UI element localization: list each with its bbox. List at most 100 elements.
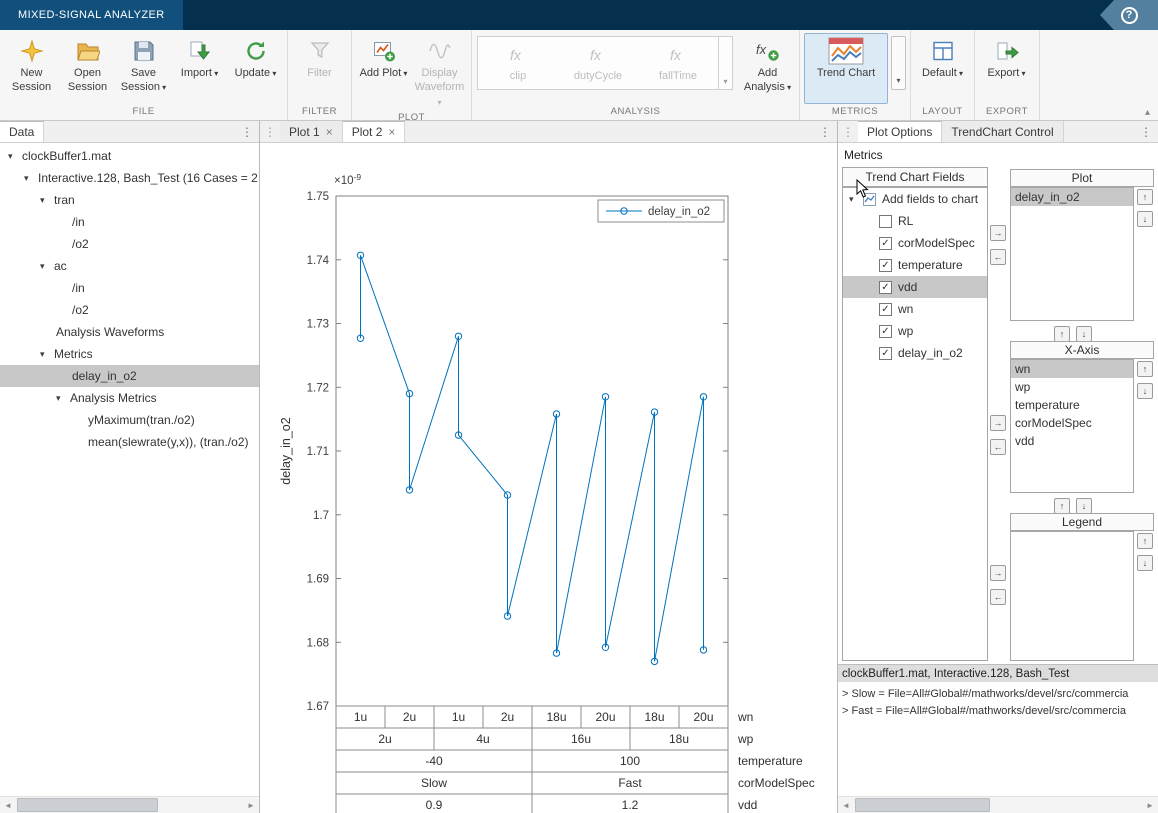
panel-menu-icon[interactable]: ⋮: [235, 121, 259, 142]
list-item-delay-in-o2[interactable]: delay_in_o2: [1011, 188, 1133, 206]
tree-item-in[interactable]: /in: [0, 211, 259, 233]
close-icon[interactable]: ×: [388, 125, 395, 139]
plot-move-down-button[interactable]: ↓: [1076, 326, 1092, 342]
field-temperature[interactable]: temperature: [843, 254, 987, 276]
field-wn[interactable]: wn: [843, 298, 987, 320]
trend-chart-dropdown-button[interactable]: ▾: [891, 36, 906, 90]
gallery-expand-icon[interactable]: ▾: [718, 37, 732, 89]
splitter-grip-icon[interactable]: ⋮: [260, 121, 280, 142]
tree-item-o2[interactable]: /o2: [0, 299, 259, 321]
list-item-wp[interactable]: wp: [1011, 378, 1133, 396]
horizontal-scrollbar[interactable]: ◄ ►: [838, 796, 1158, 813]
app-tab[interactable]: MIXED-SIGNAL ANALYZER: [0, 0, 183, 30]
panel-menu-icon[interactable]: ⋮: [1134, 121, 1158, 142]
xaxis-move-down-button[interactable]: ↓: [1076, 498, 1092, 514]
scrollbar-thumb[interactable]: [855, 798, 990, 812]
scroll-right-icon[interactable]: ►: [243, 797, 259, 813]
field-vdd[interactable]: vdd: [843, 276, 987, 298]
tree-item-interactive-128-bash-test-16-cases-2[interactable]: ▾Interactive.128, Bash_Test (16 Cases = …: [0, 167, 259, 189]
checkbox-checked-icon[interactable]: [879, 347, 892, 360]
plot-scroll-up-button[interactable]: ↑: [1137, 189, 1153, 205]
tree-item-metrics[interactable]: ▾Metrics: [0, 343, 259, 365]
remove-from-legend-button[interactable]: ←: [990, 589, 1006, 605]
default-layout-button[interactable]: Default ▾: [915, 33, 970, 104]
update-icon: [237, 37, 275, 65]
checkbox-unchecked-icon[interactable]: [879, 215, 892, 228]
scrollbar-track[interactable]: [854, 797, 1142, 813]
field-delay-in-o2[interactable]: delay_in_o2: [843, 342, 987, 364]
xaxis-scroll-up-button[interactable]: ↑: [1137, 361, 1153, 377]
expander-down-icon[interactable]: ▾: [40, 195, 54, 206]
add-to-plot-button[interactable]: →: [990, 225, 1006, 241]
import-button[interactable]: Import ▾: [172, 33, 227, 104]
add-to-xaxis-button[interactable]: →: [990, 415, 1006, 431]
horizontal-scrollbar[interactable]: ◄ ►: [0, 796, 259, 813]
plot-scroll-down-button[interactable]: ↓: [1137, 211, 1153, 227]
checkbox-checked-icon[interactable]: [879, 281, 892, 294]
trend-chart-button[interactable]: Trend Chart: [804, 33, 888, 104]
panel-menu-icon[interactable]: ⋮: [813, 121, 837, 142]
list-item-cormodelspec[interactable]: corModelSpec: [1011, 414, 1133, 432]
remove-from-xaxis-button[interactable]: ←: [990, 439, 1006, 455]
tab-data[interactable]: Data: [0, 121, 44, 142]
scroll-left-icon[interactable]: ◄: [838, 797, 854, 813]
checkbox-checked-icon[interactable]: [879, 237, 892, 250]
export-button[interactable]: Export ▾: [979, 33, 1034, 104]
checkbox-checked-icon[interactable]: [879, 303, 892, 316]
checkbox-checked-icon[interactable]: [879, 325, 892, 338]
list-item-vdd[interactable]: vdd: [1011, 432, 1133, 450]
tree-item-tran[interactable]: ▾tran: [0, 189, 259, 211]
add-plot-button[interactable]: Add Plot ▾: [356, 33, 411, 110]
tab-plot-options[interactable]: Plot Options: [858, 121, 942, 142]
list-item-temperature[interactable]: temperature: [1011, 396, 1133, 414]
close-icon[interactable]: ×: [326, 125, 333, 139]
help-icon[interactable]: ?: [1121, 7, 1138, 24]
checkbox-checked-icon[interactable]: [879, 259, 892, 272]
help-banner[interactable]: ?: [1100, 0, 1158, 30]
field-cormodelspec[interactable]: corModelSpec: [843, 232, 987, 254]
expander-down-icon[interactable]: ▾: [56, 393, 70, 404]
tree-item-clockbuffer1-mat[interactable]: ▾clockBuffer1.mat: [0, 145, 259, 167]
tree-item-delay-in-o2[interactable]: delay_in_o2: [0, 365, 259, 387]
scroll-right-icon[interactable]: ►: [1142, 797, 1158, 813]
xaxis-scroll-down-button[interactable]: ↓: [1137, 383, 1153, 399]
scrollbar-thumb[interactable]: [17, 798, 158, 812]
save-session-button[interactable]: Save Session ▾: [116, 33, 171, 104]
add-to-legend-button[interactable]: →: [990, 565, 1006, 581]
tree-item-ac[interactable]: ▾ac: [0, 255, 259, 277]
open-session-button[interactable]: Open Session: [60, 33, 115, 104]
tab-plot-1[interactable]: Plot 1×: [280, 121, 343, 142]
filter-icon: [301, 37, 339, 65]
svg-text:20u: 20u: [693, 710, 713, 724]
tree-item-analysis-waveforms[interactable]: Analysis Waveforms: [0, 321, 259, 343]
scroll-left-icon[interactable]: ◄: [0, 797, 16, 813]
tree-item-o2[interactable]: /o2: [0, 233, 259, 255]
expander-down-icon[interactable]: ▾: [40, 261, 54, 272]
expander-down-icon[interactable]: ▾: [24, 173, 38, 184]
xaxis-move-up-button[interactable]: ↑: [1054, 498, 1070, 514]
collapse-ribbon-icon[interactable]: ▴: [1145, 107, 1150, 118]
new-session-button[interactable]: New Session: [4, 33, 59, 104]
dropdown-caret-icon: ▾: [212, 69, 218, 78]
tree-item-ymaximum-tran-o2[interactable]: yMaximum(tran./o2): [0, 409, 259, 431]
scrollbar-track[interactable]: [16, 797, 243, 813]
legend-scroll-down-button[interactable]: ↓: [1137, 555, 1153, 571]
update-button[interactable]: Update ▾: [228, 33, 283, 104]
plot-move-up-button[interactable]: ↑: [1054, 326, 1070, 342]
expander-down-icon[interactable]: ▾: [8, 151, 22, 162]
expander-down-icon[interactable]: ▾: [40, 349, 54, 360]
tree-item-mean-slewrate-y-x-tran-o2[interactable]: mean(slewrate(y,x)), (tran./o2): [0, 431, 259, 453]
remove-from-plot-button[interactable]: ←: [990, 249, 1006, 265]
tree-item-in[interactable]: /in: [0, 277, 259, 299]
field-wp[interactable]: wp: [843, 320, 987, 342]
chart-legend[interactable]: delay_in_o2: [598, 200, 724, 222]
tab-trendchart-control[interactable]: TrendChart Control: [942, 121, 1063, 142]
tab-label: Plot Options: [867, 125, 932, 139]
splitter-grip-icon[interactable]: ⋮: [838, 121, 858, 142]
trend-chart[interactable]: 1.671.681.691.71.711.721.731.741.75×10-9…: [260, 143, 837, 813]
tree-item-analysis-metrics[interactable]: ▾Analysis Metrics: [0, 387, 259, 409]
field-rl[interactable]: RL: [843, 210, 987, 232]
add-analysis-button[interactable]: fxAdd Analysis ▾: [740, 33, 795, 104]
list-item-wn[interactable]: wn: [1011, 360, 1133, 378]
legend-scroll-up-button[interactable]: ↑: [1137, 533, 1153, 549]
